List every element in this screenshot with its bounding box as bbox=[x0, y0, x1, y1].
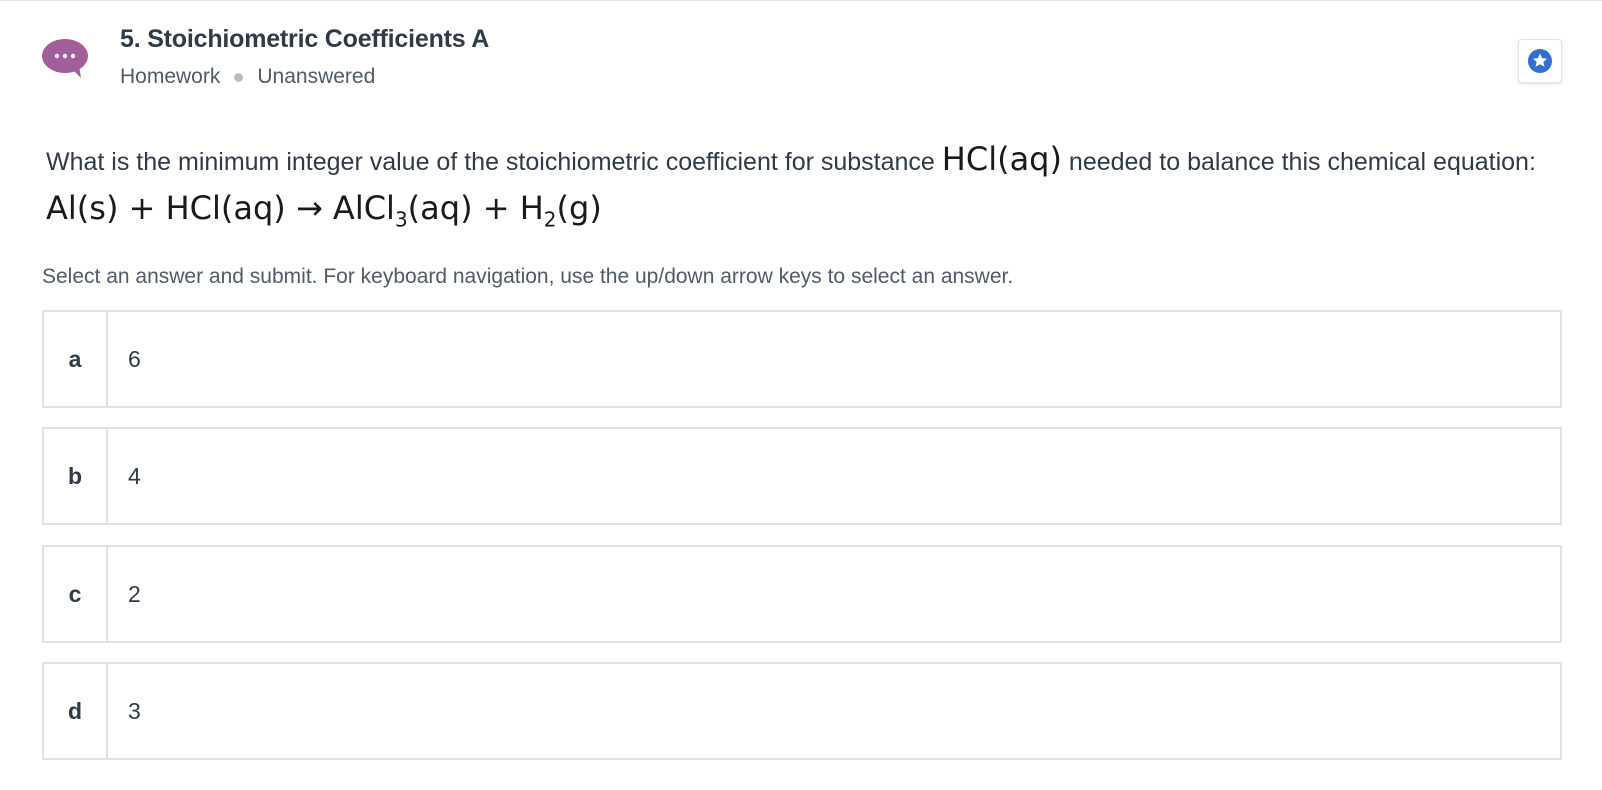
question-page: 5. Stoichiometric Coefficients A Homewor… bbox=[0, 0, 1602, 790]
question-title: 5. Stoichiometric Coefficients A bbox=[120, 25, 490, 53]
reaction-arrow: → bbox=[295, 189, 323, 227]
answer-option-c[interactable]: c 2 bbox=[42, 545, 1562, 643]
product-alcl3: AlCl3(aq) bbox=[332, 189, 473, 232]
answer-option-a[interactable]: a 6 bbox=[42, 310, 1562, 408]
option-letter: a bbox=[44, 312, 108, 406]
reactant-hcl: HCl(aq) bbox=[165, 189, 286, 227]
star-badge-icon bbox=[1528, 49, 1552, 73]
chemical-equation: Al(s) + HCl(aq) → AlCl3(aq) + H2(g) bbox=[46, 189, 602, 232]
reactant-aluminum: Al(s) bbox=[46, 189, 119, 227]
category-label: Homework bbox=[120, 65, 221, 88]
answer-option-b[interactable]: b 4 bbox=[42, 427, 1562, 525]
option-value: 2 bbox=[128, 580, 141, 607]
plus-sign: + bbox=[482, 189, 510, 227]
chat-bubble-ellipsis-icon bbox=[41, 38, 89, 78]
question-prefix: What is the minimum integer value of the… bbox=[46, 148, 942, 176]
question-text: What is the minimum integer value of the… bbox=[46, 136, 1566, 242]
question-meta: Homework Unanswered bbox=[120, 65, 375, 89]
bookmark-button[interactable] bbox=[1518, 39, 1562, 83]
instructions-text: Select an answer and submit. For keyboar… bbox=[42, 265, 1014, 288]
option-letter: c bbox=[44, 547, 108, 641]
status-label: Unanswered bbox=[257, 65, 376, 88]
option-value: 6 bbox=[128, 345, 141, 372]
option-value: 3 bbox=[128, 697, 141, 724]
substance-formula: HCl(aq) bbox=[941, 140, 1062, 178]
plus-sign: + bbox=[128, 189, 156, 227]
option-letter: d bbox=[44, 664, 108, 758]
product-h2: H2(g) bbox=[519, 189, 602, 232]
separator-dot bbox=[234, 72, 244, 82]
answer-option-d[interactable]: d 3 bbox=[42, 662, 1562, 760]
option-letter: b bbox=[44, 429, 108, 523]
question-suffix: needed to balance this chemical equation… bbox=[1061, 148, 1536, 176]
option-value: 4 bbox=[128, 462, 141, 489]
